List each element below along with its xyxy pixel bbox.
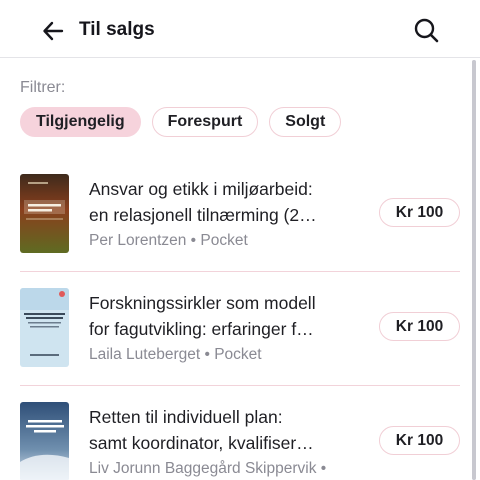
item-meta: Liv Jorunn Baggegård Skippervik •	[89, 460, 327, 477]
scrollbar-thumb[interactable]	[472, 60, 476, 480]
item-title[interactable]: Forskningssirkler som modell for fagutvi…	[89, 290, 364, 342]
search-icon	[414, 18, 439, 43]
price-button[interactable]: Kr 100	[379, 426, 460, 455]
price-button[interactable]: Kr 100	[379, 198, 460, 227]
price-button[interactable]: Kr 100	[379, 312, 460, 341]
filter-chip-forespurt[interactable]: Forespurt	[151, 107, 259, 137]
book-cover	[20, 402, 69, 480]
back-button[interactable]	[40, 18, 66, 44]
item-meta: Per Lorentzen • Pocket	[89, 232, 248, 249]
page-title: Til salgs	[79, 19, 155, 40]
app-header: Til salgs	[0, 0, 480, 58]
book-cover	[20, 288, 69, 367]
sale-list: Ansvar og etikk i miljøarbeid: en relasj…	[20, 158, 460, 480]
book-cover	[20, 174, 69, 253]
list-item[interactable]: Forskningssirkler som modell for fagutvi…	[20, 272, 460, 386]
item-meta: Laila Luteberget • Pocket	[89, 346, 262, 363]
filter-chip-solgt[interactable]: Solgt	[269, 107, 342, 137]
item-title[interactable]: Retten til individuell plan: samt koordi…	[89, 404, 364, 456]
search-button[interactable]	[412, 16, 440, 44]
list-item[interactable]: Retten til individuell plan: samt koordi…	[20, 386, 460, 480]
item-title[interactable]: Ansvar og etikk i miljøarbeid: en relasj…	[89, 176, 364, 228]
filter-label: Filtrer:	[20, 79, 66, 96]
filter-chips: Tilgjengelig Forespurt Solgt	[20, 107, 342, 137]
filter-chip-tilgjengelig[interactable]: Tilgjengelig	[20, 107, 141, 137]
list-item[interactable]: Ansvar og etikk i miljøarbeid: en relasj…	[20, 158, 460, 272]
arrow-left-icon	[43, 21, 64, 41]
